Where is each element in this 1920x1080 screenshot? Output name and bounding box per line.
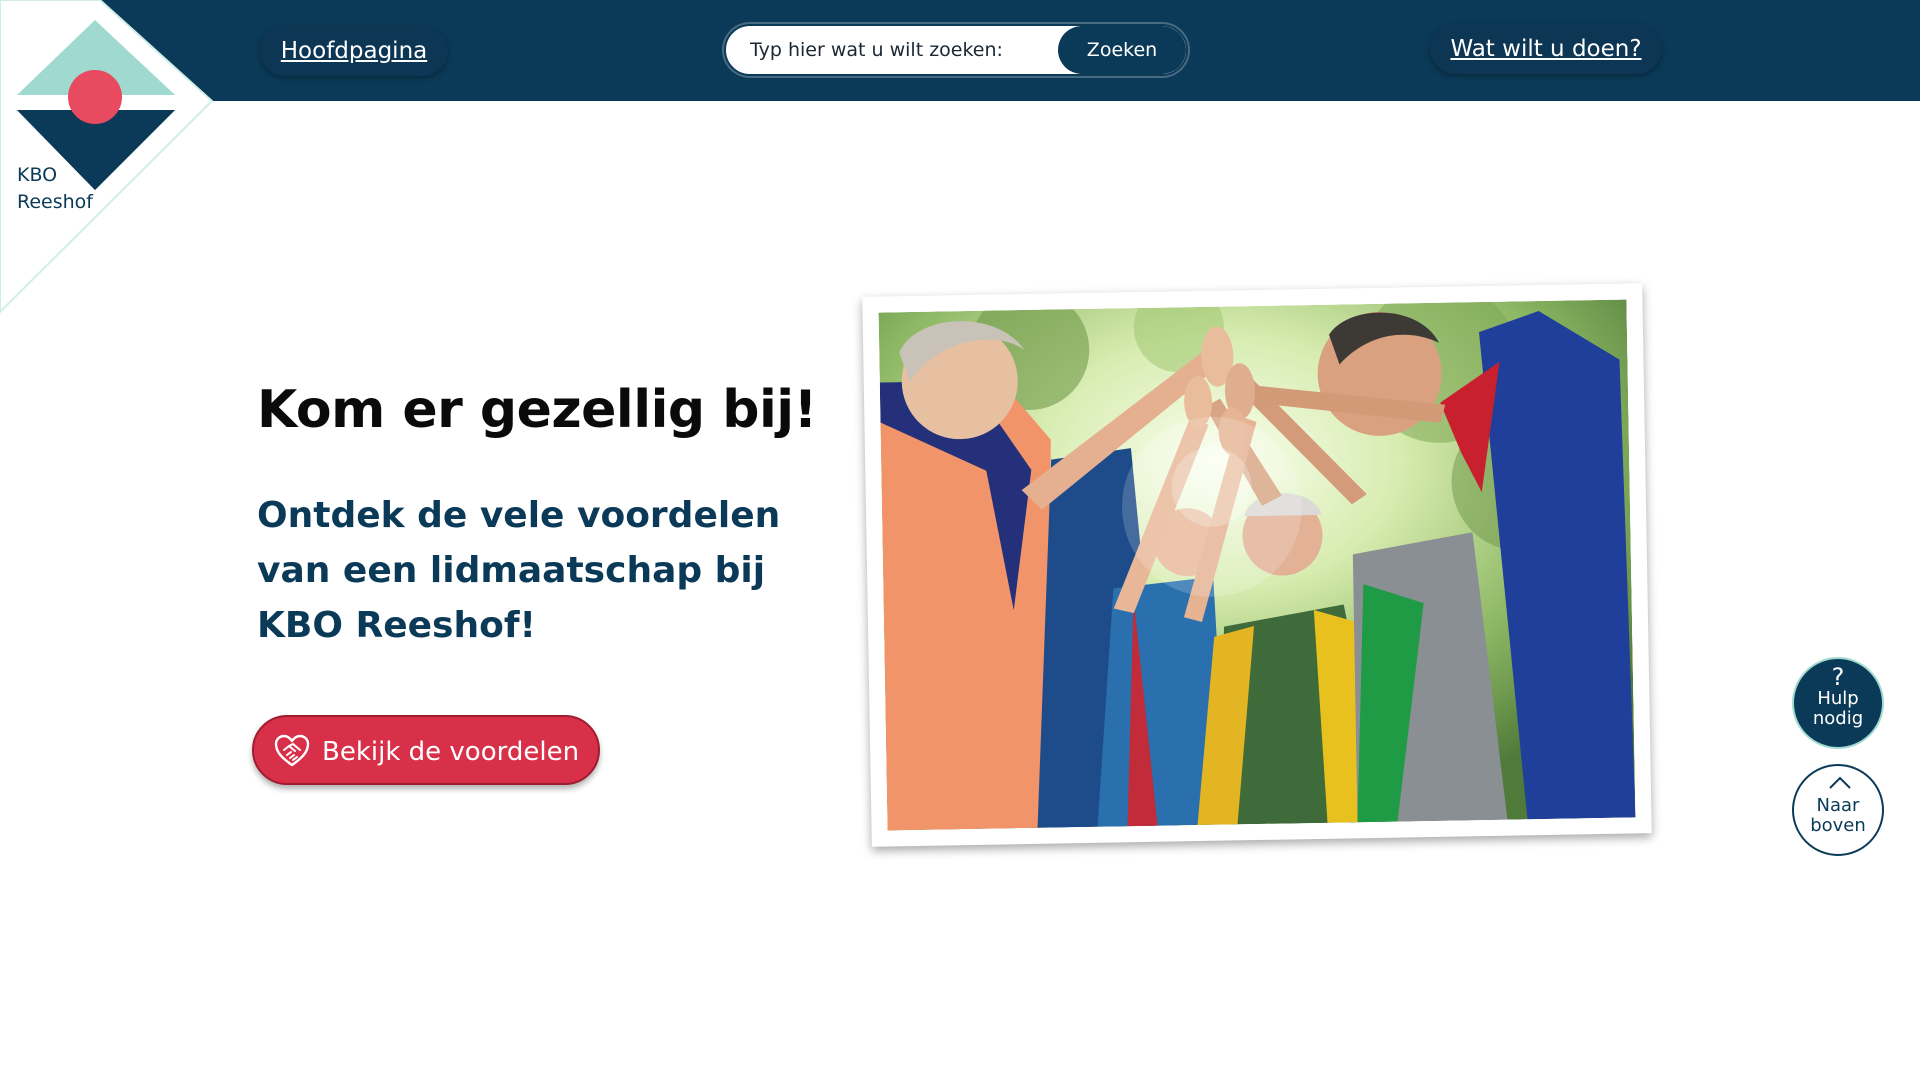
search-form: Zoeken xyxy=(724,24,1188,76)
home-link[interactable]: Hoofdpagina xyxy=(260,26,448,76)
search-button[interactable]: Zoeken xyxy=(1058,26,1186,74)
question-mark-icon: ? xyxy=(1831,663,1845,691)
view-benefits-button[interactable]: Bekijk de voordelen xyxy=(252,715,600,785)
hero-title: Kom er gezellig bij! xyxy=(257,380,817,440)
page: Hoofdpagina Zoeken Wat wilt u doen? KBO xyxy=(0,0,1920,1080)
view-benefits-label: Bekijk de voordelen xyxy=(322,737,580,767)
help-button[interactable]: ? Hulp nodig xyxy=(1792,657,1884,749)
what-to-do-label: Wat wilt u doen? xyxy=(1450,36,1642,62)
back-to-top-button[interactable]: Naar boven xyxy=(1792,764,1884,856)
logo-text: KBO Reeshof xyxy=(17,162,93,216)
back-to-top-label: Naar boven xyxy=(1810,795,1866,836)
handshake-heart-icon xyxy=(274,734,310,767)
hero-photo xyxy=(878,299,1636,831)
chevron-up-icon xyxy=(1829,776,1851,789)
logo-text-line2: Reeshof xyxy=(17,191,93,213)
what-to-do-link[interactable]: Wat wilt u doen? xyxy=(1430,24,1662,74)
help-button-label: Hulp nodig xyxy=(1812,688,1864,729)
hero-photo-frame xyxy=(862,283,1652,847)
logo-emblem xyxy=(0,0,214,314)
kbo-reeshof-logo[interactable]: KBO Reeshof xyxy=(0,0,215,315)
logo-text-line1: KBO xyxy=(17,164,58,186)
search-input[interactable] xyxy=(726,26,1062,74)
hero-subtitle: Ontdek de vele voordelen van een lidmaat… xyxy=(257,495,781,646)
home-link-label: Hoofdpagina xyxy=(280,38,428,64)
top-navigation-bar: Hoofdpagina Zoeken Wat wilt u doen? xyxy=(0,0,1920,101)
seniors-high-five-photo xyxy=(878,299,1636,831)
